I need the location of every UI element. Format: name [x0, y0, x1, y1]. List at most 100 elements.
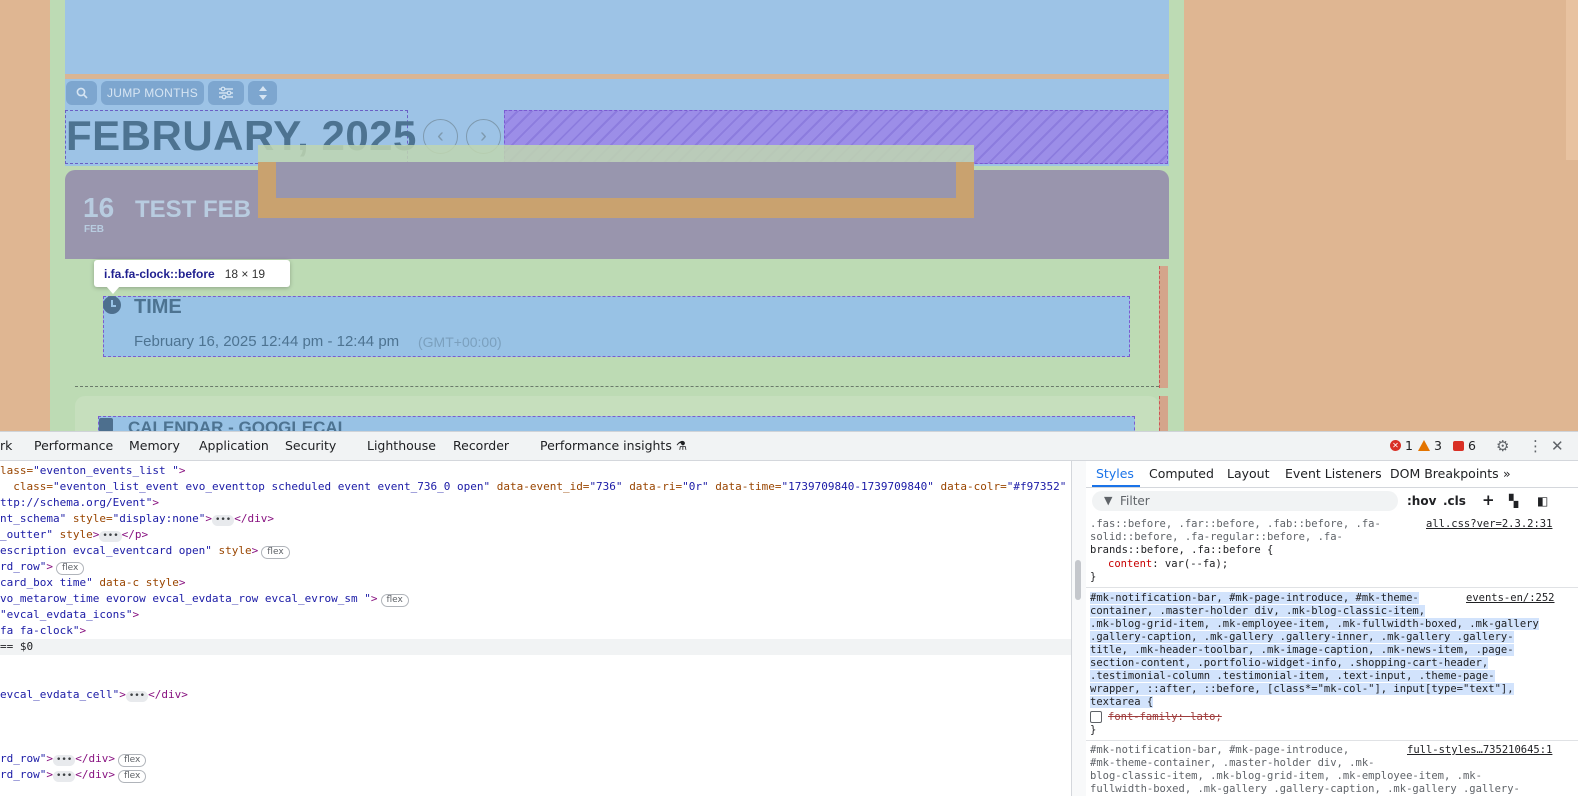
tab-network[interactable]: rk	[0, 438, 12, 453]
flex-badge[interactable]: flex	[55, 562, 85, 575]
time-timezone: (GMT+00:00)	[418, 334, 502, 350]
page-scrollbar[interactable]	[1566, 0, 1578, 160]
dom-node[interactable]: class="eventon_list_event evo_eventtop s…	[0, 479, 1066, 495]
tab-security[interactable]: Security	[285, 438, 336, 453]
css-rule-close: }	[1090, 724, 1097, 736]
warning-icon	[1418, 440, 1430, 451]
property-toggle-checkbox[interactable]	[1090, 711, 1102, 723]
dom-node[interactable]: _outter" style> ••• </p>	[0, 527, 148, 543]
margin-overlay-right-2	[1159, 396, 1168, 435]
margin-overlay-right	[1159, 266, 1168, 388]
styles-filter-input[interactable]: Filter	[1092, 491, 1398, 511]
css-selector: brands::before, .fa::before {	[1090, 544, 1274, 556]
css-selector: .fas::before, .far::before, .fab::before…	[1090, 518, 1381, 530]
panel-splitter[interactable]	[1071, 461, 1086, 796]
sort-icon	[258, 86, 267, 100]
css-selector: container, .master-holder div, .mk-blog-…	[1090, 605, 1426, 617]
time-label: TIME	[134, 296, 182, 318]
css-selector: section-content, .portfolio-widget-info,…	[1090, 657, 1489, 669]
css-declaration[interactable]: content: var(--fa);	[1108, 558, 1228, 571]
element-content-overlay	[276, 162, 956, 198]
css-selector: .testimonial-column .testimonial-item, .…	[1090, 670, 1495, 682]
sort-button[interactable]	[248, 81, 277, 105]
ellipsis-badge[interactable]: •••	[125, 691, 149, 702]
event-title[interactable]: TEST FEB	[135, 196, 251, 224]
dom-node[interactable]: nt_schema" style="display:none"> ••• </div…	[0, 511, 274, 527]
close-icon[interactable]: ✕	[1551, 437, 1564, 455]
dom-node[interactable]: rd_row"> flex	[0, 559, 85, 575]
css-rule-close: }	[1090, 571, 1097, 583]
header-overlay	[65, 0, 1169, 74]
styles-filter-row: Filter ▼ :hov .cls + ▚ ◧	[1086, 488, 1578, 515]
flex-badge[interactable]: flex	[118, 754, 147, 767]
more-tabs-icon[interactable]: »	[1503, 466, 1511, 481]
rule-divider	[1086, 740, 1578, 741]
css-selector: #mk-notification-bar, #mk-page-introduce…	[1090, 744, 1350, 756]
filter-button[interactable]	[208, 81, 244, 105]
stylesheet-link[interactable]: all.css?ver=2.3.2:31	[1426, 518, 1552, 530]
dom-node[interactable]: ttp://schema.org/Event">	[0, 495, 159, 511]
active-tab-underline	[1092, 485, 1140, 487]
elements-tree[interactable]: lass="eventon_events_list "> class="even…	[0, 461, 1071, 796]
dom-node[interactable]: card_box time" data-c style>	[0, 575, 185, 591]
flex-badge[interactable]: flex	[118, 770, 147, 783]
css-selector: .gallery-caption, .mk-gallery .gallery-i…	[1090, 631, 1514, 643]
dom-node[interactable]: vo_metarow_time evorow evcal_evdata_row …	[0, 591, 409, 607]
tab-styles[interactable]: Styles	[1096, 466, 1134, 481]
tab-performance[interactable]: Performance	[34, 438, 113, 453]
tab-dom-breakpoints[interactable]: DOM Breakpoints	[1390, 466, 1499, 481]
tab-performance-insights[interactable]: Performance insights ⚗	[540, 438, 687, 453]
gear-icon[interactable]: ⚙	[1496, 437, 1509, 455]
ellipsis-badge[interactable]: •••	[52, 755, 76, 766]
time-value: February 16, 2025 12:44 pm - 12:44 pm	[134, 333, 400, 350]
dom-node-selected[interactable]: == $0	[0, 639, 1071, 655]
tab-layout[interactable]: Layout	[1227, 466, 1270, 481]
error-count[interactable]: ✕ 1	[1390, 438, 1413, 453]
css-selector: #mk-notification-bar, #mk-page-introduce…	[1090, 592, 1419, 604]
search-icon	[76, 87, 88, 99]
stylesheet-link[interactable]: full-styles…735210645:1	[1407, 744, 1552, 756]
devtools-panel: rk Performance Memory Application Securi…	[0, 431, 1578, 796]
paint-icon[interactable]: ▚	[1509, 494, 1518, 508]
tab-recorder[interactable]: Recorder	[453, 438, 509, 453]
css-selector: fullwidth-boxed, .mk-gallery .gallery-ca…	[1090, 783, 1520, 795]
tab-memory[interactable]: Memory	[129, 438, 180, 453]
css-selector: blog-classic-item, .mk-blog-grid-item, .…	[1090, 770, 1482, 782]
hover-state-toggle[interactable]: :hov	[1407, 494, 1436, 508]
row-divider	[75, 386, 1159, 387]
warning-count[interactable]: 3	[1418, 438, 1442, 453]
css-selector: wrapper, ::after, ::before, [class*="mk-…	[1090, 683, 1514, 695]
event-day: 16	[83, 192, 115, 223]
css-selector: .mk-blog-grid-item, .mk-employee-item, .…	[1090, 618, 1539, 630]
class-toggle[interactable]: .cls	[1443, 494, 1466, 508]
tab-computed[interactable]: Computed	[1149, 466, 1214, 481]
jump-months-button[interactable]: JUMP MONTHS	[101, 81, 204, 105]
ellipsis-badge[interactable]: •••	[211, 515, 235, 526]
issues-count[interactable]: 6	[1453, 438, 1476, 453]
calendar-icon	[99, 418, 113, 432]
flex-badge[interactable]: flex	[261, 546, 290, 559]
styles-pane: Styles Computed Layout Event Listeners D…	[1086, 461, 1578, 796]
dom-node[interactable]: escription evcal_eventcard open" style> f…	[0, 543, 290, 559]
issues-icon	[1453, 440, 1464, 451]
dom-node[interactable]: "evcal_evdata_icons">	[0, 607, 139, 623]
css-declaration-overridden[interactable]: font-family: lato;	[1108, 711, 1222, 724]
flex-badge[interactable]: flex	[380, 594, 409, 607]
stylesheet-link[interactable]: events-en/:252	[1466, 592, 1555, 604]
sidebar-toggle-icon[interactable]: ◧	[1537, 494, 1548, 508]
ellipsis-badge[interactable]: •••	[99, 531, 122, 542]
ellipsis-badge[interactable]: •••	[52, 771, 76, 782]
search-button[interactable]	[66, 81, 97, 105]
dom-node[interactable]: evcal_evdata_cell"> ••• </div>	[0, 687, 188, 703]
dom-node[interactable]: rd_row"> ••• </div> flex	[0, 767, 147, 783]
tab-lighthouse[interactable]: Lighthouse	[367, 438, 436, 453]
tab-performance-insights-label: Performance insights	[540, 438, 672, 453]
tab-event-listeners[interactable]: Event Listeners	[1285, 466, 1382, 481]
dom-node[interactable]: rd_row"> ••• </div> flex	[0, 751, 147, 767]
dom-node[interactable]: lass="eventon_events_list ">	[0, 463, 185, 479]
kebab-menu-icon[interactable]: ⋮	[1528, 437, 1543, 455]
add-rule-icon[interactable]: +	[1482, 491, 1495, 509]
dom-node[interactable]: fa fa-clock">	[0, 623, 86, 639]
tab-application[interactable]: Application	[199, 438, 269, 453]
elements-scrollbar-thumb[interactable]	[1075, 560, 1081, 600]
